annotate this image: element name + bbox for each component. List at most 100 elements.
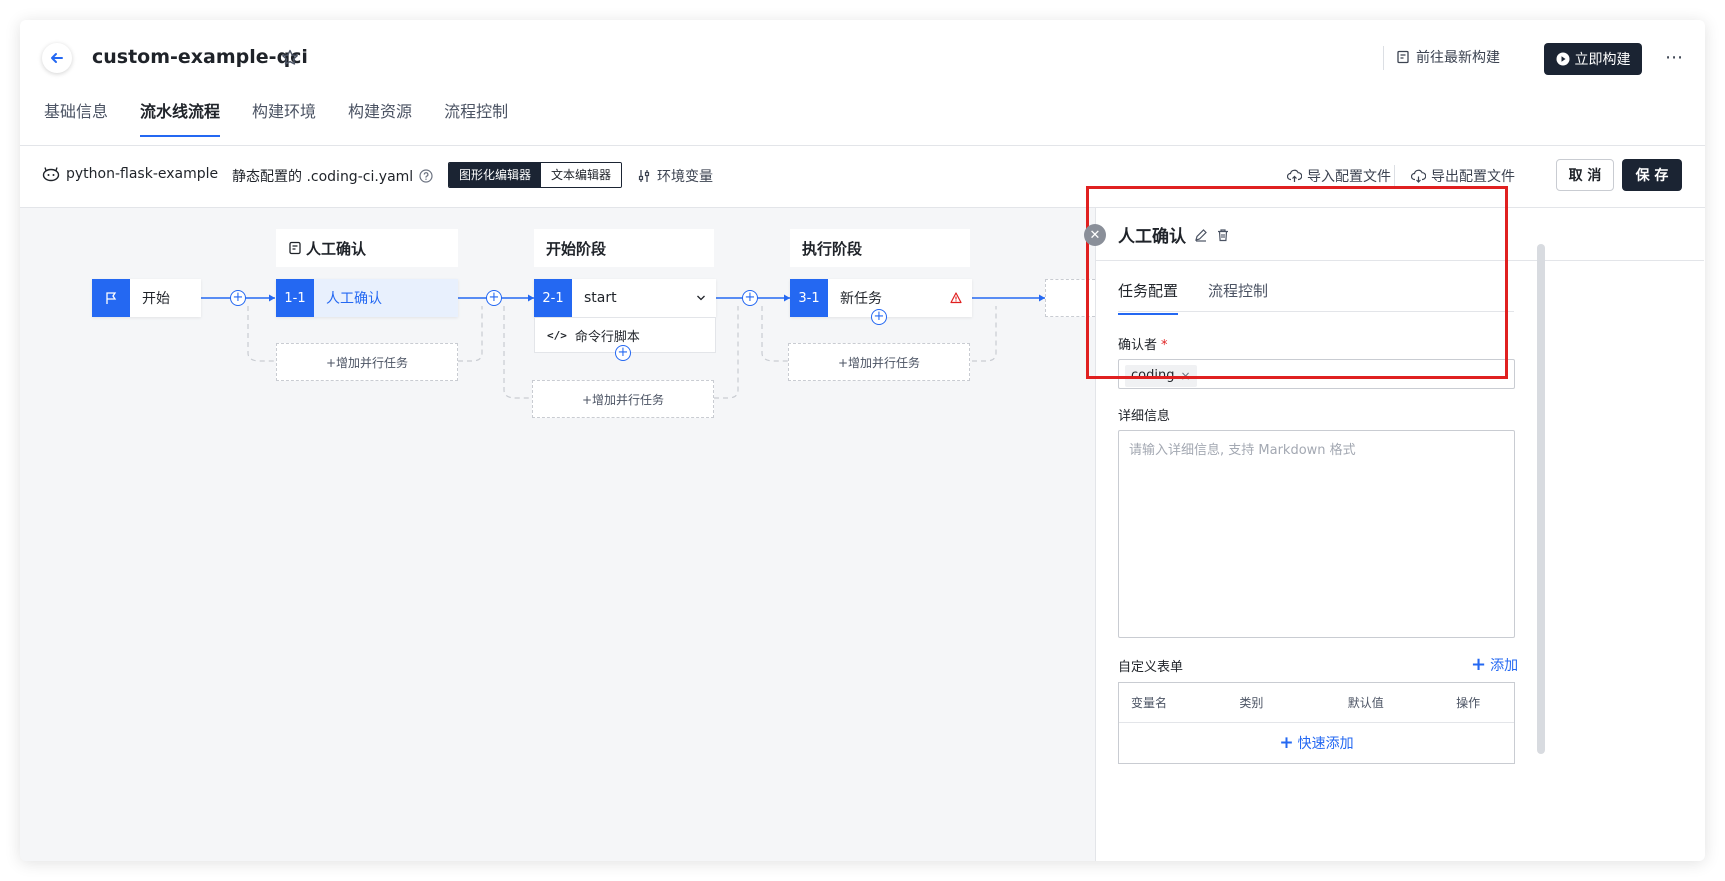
stage-header-2[interactable]: 开始阶段 <box>534 229 714 267</box>
divider <box>1096 260 1704 261</box>
task-name-2-1: start <box>584 290 617 306</box>
add-stage-plus-icon[interactable]: + <box>486 290 502 306</box>
task-name-1-1: 人工确认 <box>326 291 382 307</box>
stage-title-1: 人工确认 <box>306 239 367 258</box>
import-config-button[interactable]: 导入配置文件 <box>1287 166 1391 186</box>
editor-mode-toggle: 图形化编辑器 文本编辑器 <box>448 162 623 188</box>
edit-icon[interactable] <box>1194 228 1208 242</box>
tab-build-env[interactable]: 构建环境 <box>252 98 316 137</box>
flag-icon <box>92 279 130 317</box>
stage-header-3[interactable]: 执行阶段 <box>790 229 970 267</box>
add-subtask-plus-icon[interactable]: + <box>615 345 631 361</box>
build-now-label: 立即构建 <box>1574 52 1631 68</box>
env-vars-label: 环境变量 <box>657 169 713 185</box>
repo-icon <box>42 167 60 182</box>
import-config-label: 导入配置文件 <box>1307 169 1391 185</box>
panel-header: 人工确认 <box>1118 222 1230 247</box>
repo-name: python-flask-example <box>66 166 219 182</box>
help-icon[interactable] <box>419 169 433 183</box>
goto-latest-label: 前往最新构建 <box>1416 50 1500 66</box>
tab-flow-control[interactable]: 流程控制 <box>444 98 508 137</box>
env-vars-button[interactable]: 环境变量 <box>637 166 713 186</box>
tab-pipeline-flow[interactable]: 流水线流程 <box>140 98 221 137</box>
cancel-button[interactable]: 取 消 <box>1556 159 1614 191</box>
start-node[interactable]: 开始 <box>92 279 201 317</box>
add-parallel-task-button-2[interactable]: +增加并行任务 <box>532 380 714 418</box>
stage-title-3: 执行阶段 <box>802 239 863 258</box>
add-form-field-label: 添加 <box>1490 658 1519 674</box>
add-form-field-button[interactable]: + 添加 <box>1471 655 1518 675</box>
add-parallel-task-button-3[interactable]: +增加并行任务 <box>788 343 970 381</box>
start-node-label: 开始 <box>142 291 170 307</box>
more-menu-button[interactable]: ⋯ <box>1665 47 1684 68</box>
confirmer-tag-label: coding <box>1131 368 1175 383</box>
goto-latest-build-link[interactable]: 前往最新构建 <box>1396 47 1500 67</box>
star-icon[interactable] <box>280 48 300 68</box>
repo-info: python-flask-example <box>42 166 218 182</box>
stage-title-2: 开始阶段 <box>546 239 607 258</box>
new-stage-placeholder[interactable] <box>1045 279 1095 317</box>
export-config-label: 导出配置文件 <box>1431 169 1515 185</box>
table-header: 变量名 类别 默认值 操作 <box>1119 683 1514 723</box>
tab-task-config[interactable]: 任务配置 <box>1118 280 1179 315</box>
quick-add-button[interactable]: + 快速添加 <box>1119 723 1514 763</box>
column-header: 变量名 <box>1131 696 1168 710</box>
add-stage-plus-icon[interactable]: + <box>742 290 758 306</box>
panel-title: 人工确认 <box>1118 227 1186 247</box>
confirmer-tag: coding × <box>1125 364 1197 387</box>
chevron-down-icon[interactable] <box>696 294 706 302</box>
cloud-upload-icon <box>1287 169 1302 182</box>
play-circle-icon <box>1556 52 1569 66</box>
cloud-download-icon <box>1411 169 1426 183</box>
quick-add-label: 快速添加 <box>1297 736 1354 752</box>
editor-toolbar: python-flask-example 静态配置的 .coding-ci.ya… <box>20 146 1705 208</box>
save-button[interactable]: 保 存 <box>1622 159 1682 191</box>
add-subtask-plus-icon[interactable]: + <box>871 309 887 325</box>
confirmer-label-text: 确认者 <box>1118 338 1158 353</box>
graph-editor-option[interactable]: 图形化编辑器 <box>449 163 542 187</box>
divider <box>1394 165 1395 189</box>
custom-form-table: 变量名 类别 默认值 操作 + 快速添加 <box>1118 682 1515 764</box>
column-header: 类别 <box>1239 696 1264 710</box>
page-header: custom-example-qci 前往最新构建 立即构建 ⋯ 基础信息 流水… <box>20 20 1705 146</box>
column-header: 操作 <box>1456 696 1481 710</box>
column-header: 默认值 <box>1347 696 1384 710</box>
build-now-button[interactable]: 立即构建 <box>1544 43 1642 75</box>
tab-build-resources[interactable]: 构建资源 <box>348 98 412 137</box>
tab-basic-info[interactable]: 基础信息 <box>44 98 108 137</box>
detail-label: 详细信息 <box>1118 409 1171 424</box>
static-config-info: 静态配置的 .coding-ci.yaml <box>232 166 433 186</box>
close-panel-button[interactable]: ✕ <box>1084 224 1106 246</box>
confirmer-input[interactable]: coding × <box>1118 359 1515 389</box>
sliders-icon <box>638 170 650 182</box>
close-icon: ✕ <box>1089 227 1101 243</box>
back-button[interactable] <box>42 43 72 73</box>
task-name-3-1: 新任务 <box>840 291 882 307</box>
add-parallel-task-button-1[interactable]: +增加并行任务 <box>276 343 458 381</box>
document-icon <box>1397 50 1409 64</box>
manual-confirm-icon <box>289 241 301 255</box>
task-index-2-1: 2-1 <box>534 279 572 317</box>
text-editor-option[interactable]: 文本编辑器 <box>541 163 622 187</box>
task-node-2-1[interactable]: 2-1 start <box>534 279 716 317</box>
delete-icon[interactable] <box>1216 228 1230 242</box>
detail-textarea[interactable]: 请输入详细信息, 支持 Markdown 格式 <box>1118 430 1515 638</box>
tab-panel-flow-control[interactable]: 流程控制 <box>1208 280 1268 315</box>
task-config-panel: 人工确认 任务配置 流程控制 确认者 * coding × 详细信息 请输入详细信… <box>1095 208 1705 861</box>
panel-scrollbar[interactable] <box>1537 244 1545 754</box>
static-config-label: 静态配置的 .coding-ci.yaml <box>232 169 414 185</box>
plus-icon: + <box>1279 733 1294 753</box>
app-window: custom-example-qci 前往最新构建 立即构建 ⋯ 基础信息 流水… <box>20 20 1705 861</box>
task-node-1-1[interactable]: 1-1 人工确认 <box>276 279 458 317</box>
remove-tag-icon[interactable]: × <box>1180 369 1190 383</box>
warning-icon <box>950 292 962 304</box>
required-mark: * <box>1161 338 1168 353</box>
add-stage-plus-icon[interactable]: + <box>230 290 246 306</box>
stage-header-1[interactable]: 人工确认 <box>276 229 458 267</box>
task-index-3-1: 3-1 <box>790 279 828 317</box>
task-index-1-1: 1-1 <box>276 279 314 317</box>
main-tabs: 基础信息 流水线流程 构建环境 构建资源 流程控制 <box>44 98 540 137</box>
export-config-button[interactable]: 导出配置文件 <box>1411 166 1515 186</box>
divider <box>1118 311 1514 312</box>
project-title: custom-example-qci <box>92 46 308 68</box>
